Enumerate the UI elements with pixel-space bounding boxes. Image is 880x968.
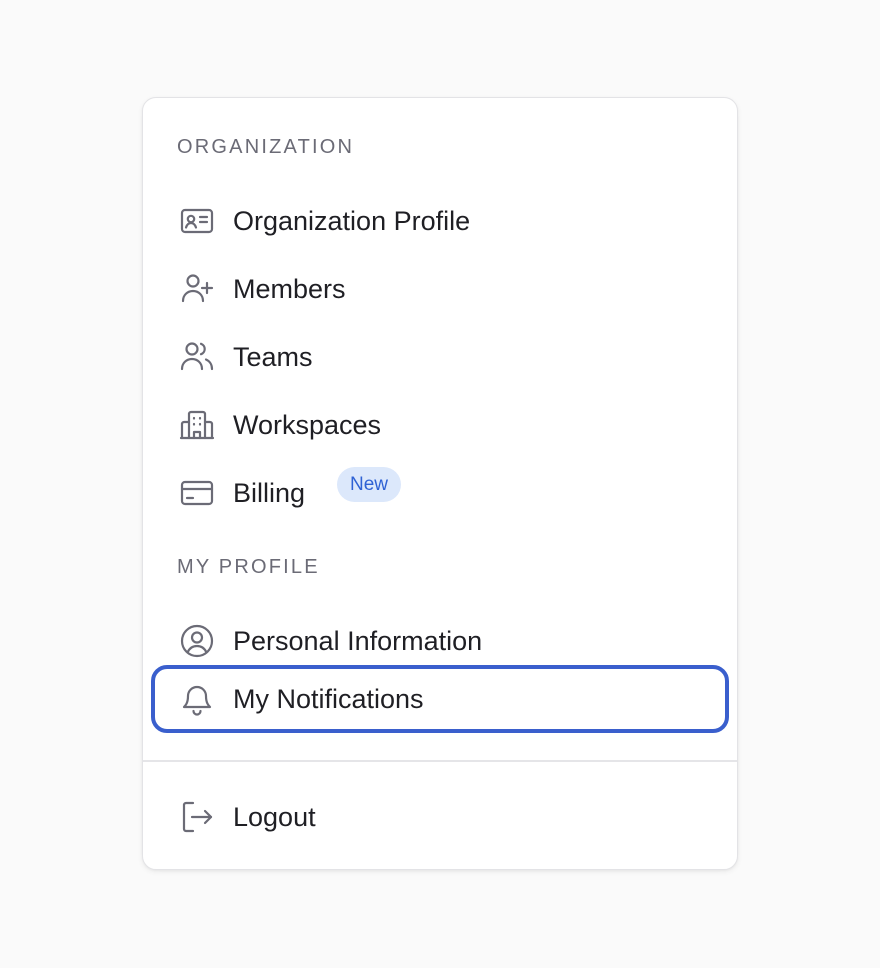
menu-item-teams[interactable]: Teams [151, 319, 729, 387]
menu-item-my-notifications[interactable]: My Notifications [151, 665, 729, 733]
account-menu: ORGANIZATION Organization Profile Member… [142, 97, 738, 870]
section-label-my-profile: MY PROFILE [177, 556, 320, 578]
menu-item-label: Organization Profile [233, 206, 471, 236]
menu-item-label: Workspaces [233, 410, 382, 440]
menu-item-label: Members [233, 274, 346, 304]
menu-item-billing[interactable]: Billing New [151, 455, 729, 523]
id-card-icon [177, 201, 217, 241]
menu-divider [143, 760, 737, 762]
bell-icon [177, 679, 217, 719]
menu-item-members[interactable]: Members [151, 251, 729, 319]
section-label-organization: ORGANIZATION [177, 136, 355, 158]
user-plus-icon [177, 269, 217, 309]
menu-item-label: Teams [233, 342, 313, 372]
users-icon [177, 337, 217, 377]
credit-card-icon [177, 473, 217, 513]
menu-item-label: Personal Information [233, 626, 483, 656]
new-badge: New [337, 467, 402, 502]
menu-item-personal-information[interactable]: Personal Information [151, 603, 729, 671]
menu-item-label: Logout [233, 802, 316, 832]
menu-item-label: My Notifications [233, 684, 424, 714]
logout-icon [177, 797, 217, 837]
menu-item-organization-profile[interactable]: Organization Profile [151, 183, 729, 251]
menu-item-label: Billing [233, 478, 306, 508]
building-icon [177, 405, 217, 445]
user-circle-icon [177, 621, 217, 661]
menu-item-workspaces[interactable]: Workspaces [151, 387, 729, 455]
logout-button[interactable]: Logout [151, 779, 729, 847]
